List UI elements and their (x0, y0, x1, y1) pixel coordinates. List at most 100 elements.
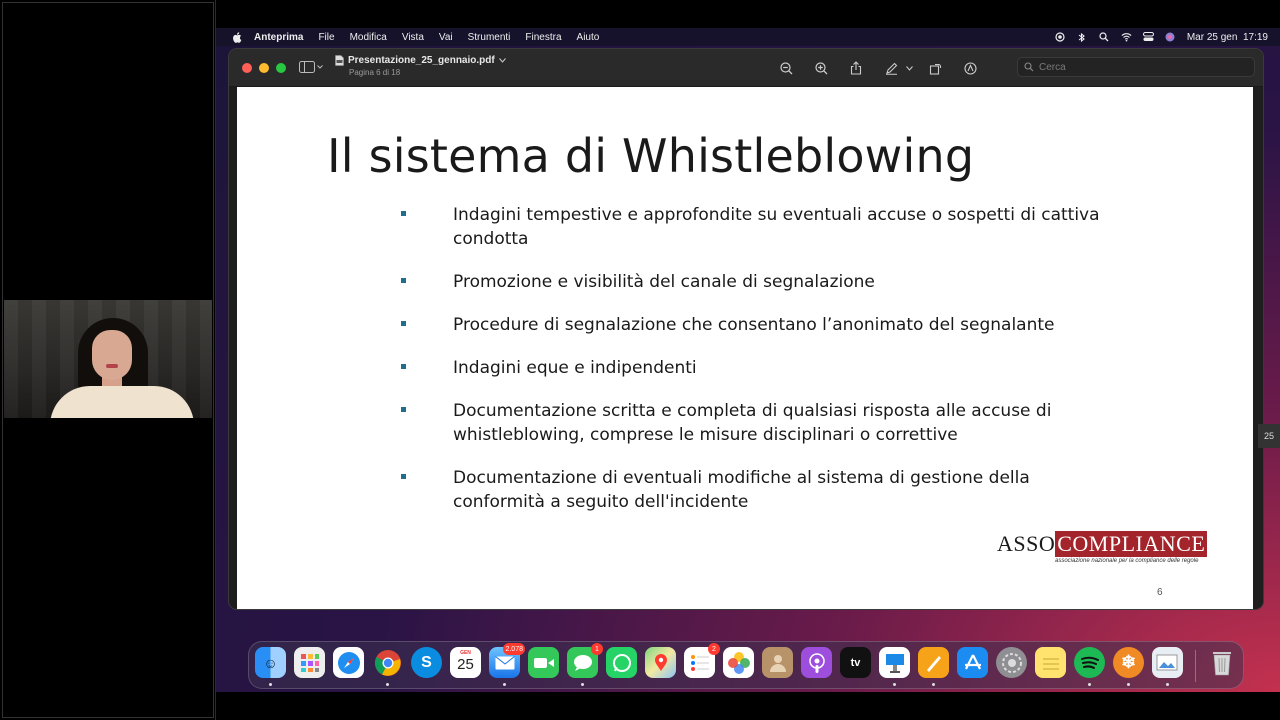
rotate-button[interactable] (926, 59, 944, 77)
dock-pages[interactable] (918, 647, 949, 678)
sidebar-toggle-button[interactable] (299, 60, 325, 74)
maps-pin-icon (654, 653, 667, 671)
menu-item-strumenti[interactable]: Strumenti (468, 32, 511, 43)
bullet-text: Promozione e visibilità del canale di se… (453, 272, 875, 292)
mail-envelope-icon (494, 655, 515, 669)
dock-preview[interactable] (1152, 647, 1183, 678)
minimize-window-button[interactable] (259, 63, 269, 73)
menu-item-vai[interactable]: Vai (439, 32, 453, 43)
zoom-out-button[interactable] (777, 59, 795, 77)
dock-skype[interactable]: S (411, 647, 442, 678)
keynote-podium-icon (885, 653, 904, 673)
dock-apple-tv[interactable]: tv (840, 647, 871, 678)
dock-photos[interactable] (723, 647, 754, 678)
dock-messages[interactable]: 1 (567, 643, 603, 678)
pdf-file-icon (335, 55, 344, 66)
webcam-person-face (92, 330, 132, 380)
preview-photos-icon (1156, 654, 1177, 670)
slide-page-number: 6 (1157, 587, 1163, 598)
close-window-button[interactable] (242, 63, 252, 73)
dock-keynote[interactable] (879, 647, 910, 678)
menu-bar: Anteprima File Modifica Vista Vai Strume… (216, 28, 1280, 46)
bullet-text: Indagini eque e indipendenti (453, 358, 697, 378)
webcam-person-lips (106, 364, 118, 368)
logo-text-compliance: COMPLIANCE (1055, 531, 1208, 557)
wifi-icon[interactable] (1121, 32, 1132, 43)
control-center-icon[interactable] (1142, 32, 1154, 43)
document-title[interactable]: Presentazione_25_gennaio.pdf Pagina 6 di… (335, 55, 506, 77)
bullet-square-icon (401, 278, 406, 283)
bluetooth-icon[interactable] (1077, 32, 1088, 43)
dock-notes[interactable] (1035, 647, 1066, 678)
messages-bubble-icon (573, 654, 592, 671)
messages-badge: 1 (591, 643, 603, 655)
dock-calendar[interactable]: GEN 25 (450, 647, 481, 678)
dock-system-preferences[interactable] (996, 647, 1027, 678)
zoom-out-icon (779, 61, 792, 74)
calendar-day: 25 (457, 656, 474, 673)
dock-reminders[interactable]: 2 (684, 643, 720, 678)
skype-icon: S (421, 653, 432, 671)
list-item: Procedure di segnalazione che consentano… (401, 313, 1101, 337)
whatsapp-icon (612, 653, 631, 672)
running-indicator (269, 683, 272, 686)
siri-icon[interactable] (1165, 32, 1176, 43)
apple-icon[interactable] (230, 30, 244, 44)
dock-podcasts[interactable] (801, 647, 832, 678)
dock-snowflake-app[interactable]: ❄ (1113, 647, 1144, 678)
webcam-person-body (50, 386, 194, 418)
share-button[interactable] (847, 59, 865, 77)
dock-separator (1195, 650, 1196, 682)
menu-item-file[interactable]: File (318, 32, 334, 43)
pen-icon (885, 62, 897, 75)
dock-launchpad[interactable] (294, 647, 325, 678)
dock-chrome[interactable] (372, 647, 403, 678)
slide-bullet-list: Indagini tempestive e approfondite su ev… (401, 203, 1101, 533)
document-view[interactable]: Il sistema di Whistleblowing Indagini te… (229, 87, 1263, 609)
list-item: Indagini tempestive e approfondite su ev… (401, 203, 1101, 251)
markup-pen-button[interactable] (882, 59, 900, 77)
search-spotlight-icon[interactable] (1099, 32, 1110, 43)
menu-datetime[interactable]: Mar 25 gen 17:19 (1187, 32, 1268, 43)
menu-item-vista[interactable]: Vista (402, 32, 424, 43)
trash-icon (1212, 651, 1231, 675)
dock-spotify[interactable] (1074, 647, 1105, 678)
annotate-button[interactable] (961, 59, 979, 77)
toolbar-actions (777, 59, 996, 77)
running-indicator (503, 683, 506, 686)
zoom-in-button[interactable] (812, 59, 830, 77)
launchpad-icon (300, 653, 319, 672)
photos-flower-icon (727, 651, 750, 674)
markup-options-button[interactable] (904, 59, 914, 77)
running-indicator (1088, 683, 1091, 686)
dock-app-store[interactable] (957, 647, 988, 678)
menu-item-modifica[interactable]: Modifica (350, 32, 387, 43)
search-field[interactable] (1017, 57, 1255, 77)
search-icon (1024, 62, 1034, 72)
screen-record-icon[interactable] (1055, 32, 1066, 43)
dock-facetime[interactable] (528, 647, 559, 678)
search-input[interactable] (1039, 61, 1239, 73)
dock-finder[interactable]: ☺ (255, 647, 286, 678)
dock-maps[interactable] (645, 647, 676, 678)
running-indicator (1127, 683, 1130, 686)
menu-bar-status: Mar 25 gen 17:19 (1055, 28, 1268, 46)
running-indicator (581, 683, 584, 686)
gear-icon (1001, 652, 1022, 673)
menu-item-finestra[interactable]: Finestra (525, 32, 561, 43)
markup-circle-icon (963, 61, 977, 75)
contacts-person-icon (769, 654, 786, 672)
chevron-down-icon (905, 65, 913, 71)
list-item: Indagini eque e indipendenti (401, 356, 1101, 380)
dock-safari[interactable] (333, 647, 364, 678)
menu-app-name[interactable]: Anteprima (254, 32, 303, 43)
menu-item-aiuto[interactable]: Aiuto (577, 32, 600, 43)
dock-contacts[interactable] (762, 647, 793, 678)
fullscreen-window-button[interactable] (276, 63, 286, 73)
dock-whatsapp[interactable] (606, 647, 637, 678)
dock-mail[interactable]: 2.078 (489, 643, 525, 678)
dock-trash[interactable] (1206, 647, 1237, 678)
edge-window-peek: 25 (1258, 424, 1280, 448)
bullet-square-icon (401, 474, 406, 479)
spotify-icon (1080, 656, 1099, 669)
